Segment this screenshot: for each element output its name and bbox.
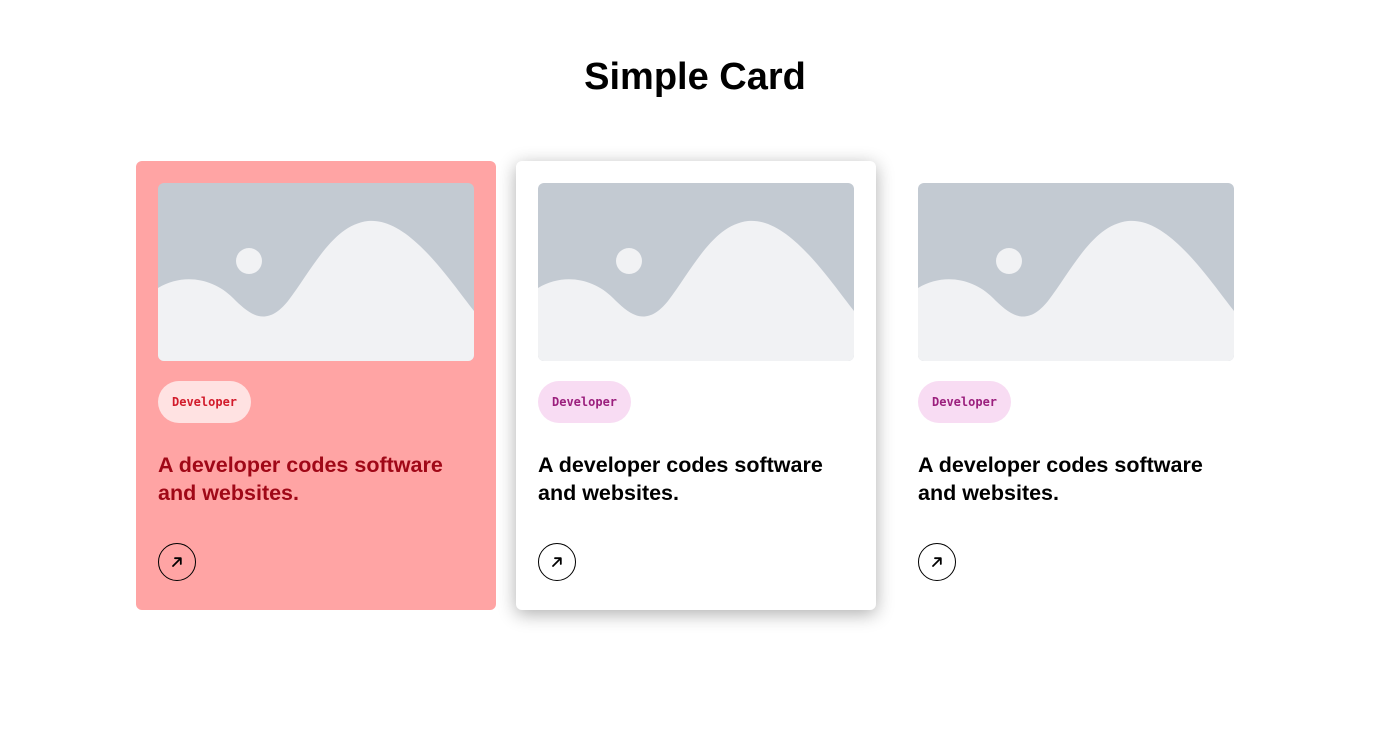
image-placeholder-icon <box>538 183 854 361</box>
arrow-up-right-icon <box>171 556 183 568</box>
card-heading: A developer codes software and websites. <box>538 453 823 505</box>
page-title: Simple Card <box>584 56 806 98</box>
tag-developer[interactable]: Developer <box>158 381 252 423</box>
open-card-button[interactable] <box>158 543 196 581</box>
open-card-button[interactable] <box>538 543 576 581</box>
card-heading: A developer codes software and websites. <box>918 453 1203 505</box>
card-2[interactable]: Developer A developer codes software and… <box>516 161 876 610</box>
open-card-button[interactable] <box>918 543 956 581</box>
tag-developer[interactable]: Developer <box>538 381 632 423</box>
image-placeholder-icon <box>158 183 474 361</box>
card-3[interactable]: Developer A developer codes software and… <box>896 161 1256 610</box>
arrow-up-right-icon <box>551 556 563 568</box>
card-heading: A developer codes software and websites. <box>158 453 443 505</box>
card-1[interactable]: Developer A developer codes software and… <box>136 161 496 610</box>
image-placeholder-icon <box>918 183 1234 361</box>
tag-developer[interactable]: Developer <box>918 381 1012 423</box>
page: Simple Card Developer A developer codes … <box>0 0 1382 754</box>
arrow-up-right-icon <box>931 556 943 568</box>
